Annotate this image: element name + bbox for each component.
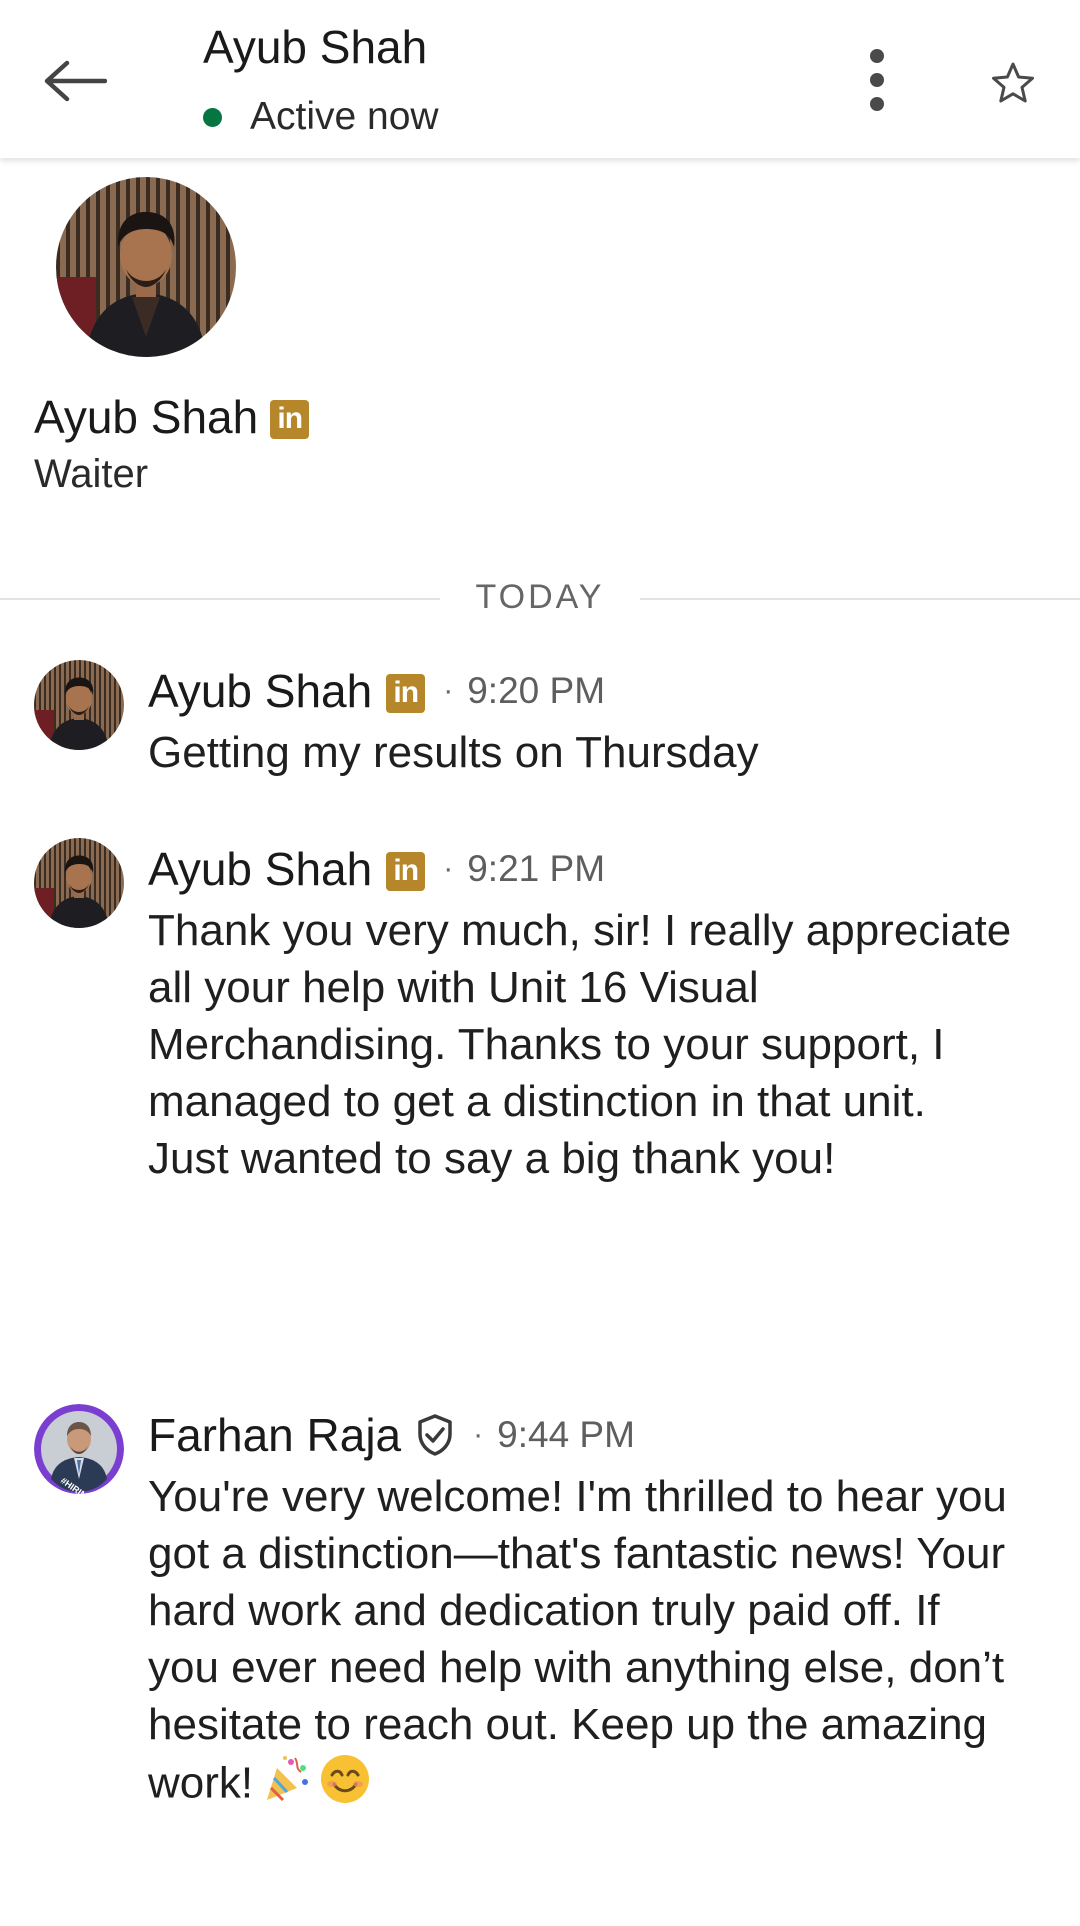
- conversation-title[interactable]: Ayub Shah: [203, 20, 427, 74]
- date-divider-label: TODAY: [475, 578, 605, 616]
- message-header: Ayub Shah in · 9:21 PM: [148, 838, 605, 900]
- message-header: Farhan Raja · 9:44 PM: [148, 1404, 635, 1466]
- message-header: Ayub Shah in · 9:20 PM: [148, 660, 605, 722]
- message-timestamp: 9:21 PM: [467, 848, 606, 889]
- smiling-face-emoji-icon: [319, 1753, 371, 1819]
- online-dot-icon: [203, 107, 222, 127]
- linkedin-premium-badge-icon: in: [270, 399, 310, 439]
- more-vertical-icon: [870, 49, 884, 111]
- message-timestamp: 9:44 PM: [497, 1414, 635, 1455]
- linkedin-premium-badge-icon: in: [386, 851, 426, 891]
- sender-name[interactable]: Ayub Shah: [148, 842, 372, 896]
- sender-photo-hiring: #HIRING: [34, 1404, 124, 1494]
- profile-headline: Waiter: [34, 452, 149, 496]
- verified-shield-icon: [415, 1413, 455, 1457]
- profile-avatar[interactable]: [56, 177, 236, 357]
- sender-name[interactable]: Farhan Raja: [148, 1408, 401, 1462]
- status-text: Active now: [250, 95, 439, 138]
- profile-name-row[interactable]: Ayub Shah in: [34, 388, 310, 446]
- separator-dot: ·: [443, 852, 454, 885]
- back-arrow-icon: [44, 60, 107, 102]
- more-options-button[interactable]: [848, 42, 906, 118]
- sender-photo: [34, 660, 124, 750]
- message-text: Getting my results on Thursday: [148, 728, 759, 777]
- profile-name[interactable]: Ayub Shah: [34, 390, 258, 444]
- message-text-container: You're very welcome! I'm thrilled to hea…: [148, 1468, 1018, 1819]
- separator-dot: ·: [443, 674, 454, 707]
- divider-line: [640, 598, 1080, 600]
- back-button[interactable]: [40, 46, 110, 116]
- party-popper-emoji-icon: [261, 1754, 311, 1818]
- sender-name[interactable]: Ayub Shah: [148, 664, 372, 718]
- presence-status: Active now: [203, 92, 439, 142]
- sender-avatar[interactable]: [34, 838, 124, 928]
- star-outline-icon: [992, 62, 1034, 103]
- message-timestamp: 9:20 PM: [467, 670, 606, 711]
- linkedin-premium-badge-icon: in: [386, 673, 426, 713]
- profile-photo: [56, 177, 236, 357]
- separator-dot: ·: [473, 1418, 484, 1451]
- star-conversation-button[interactable]: [980, 50, 1046, 116]
- message-text: Thank you very much, sir! I really appre…: [148, 906, 1012, 1183]
- top-bar: Ayub Shah Active now: [0, 0, 1080, 158]
- sender-avatar[interactable]: #HIRING: [34, 1404, 124, 1494]
- sender-avatar[interactable]: [34, 660, 124, 750]
- sender-photo: [34, 838, 124, 928]
- divider-line: [0, 598, 440, 600]
